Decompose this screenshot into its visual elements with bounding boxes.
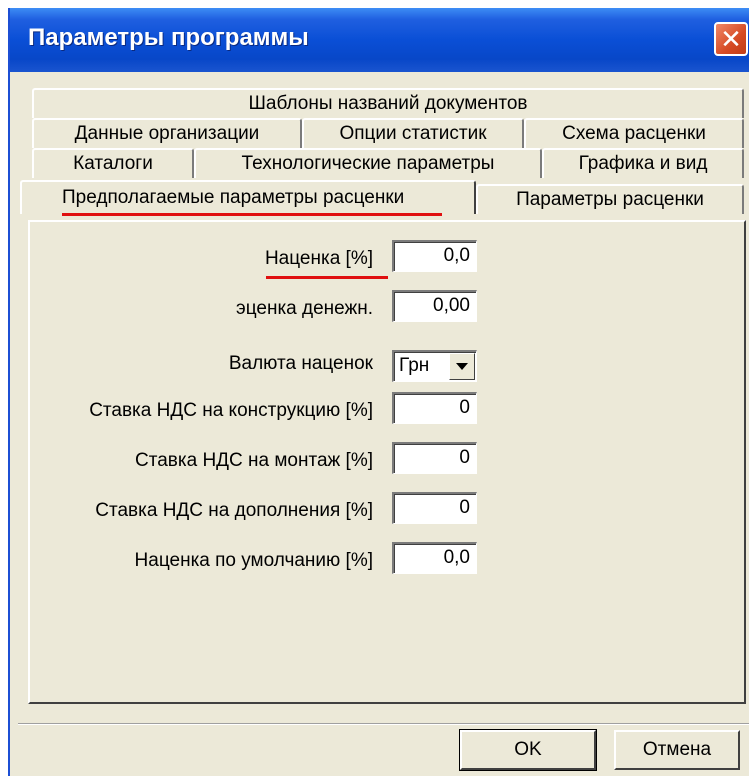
window-title: Параметры программы (28, 24, 309, 51)
vat-installation-input[interactable]: 0 (392, 442, 477, 474)
vat-additions-input[interactable]: 0 (392, 492, 477, 524)
dropdown-button[interactable] (449, 353, 475, 380)
default-markup-input[interactable]: 0,0 (392, 542, 477, 574)
tab-document-name-templates[interactable]: Шаблоны названий документов (32, 88, 744, 118)
vat-installation-label: Ставка НДС на монтаж [%] (135, 450, 373, 471)
markup-label-highlight-underline (266, 276, 388, 279)
ok-button[interactable]: OK (459, 729, 597, 771)
tab-estimated-pricing-parameters[interactable]: Предполагаемые параметры расценки (20, 180, 476, 214)
close-icon: ✕ (720, 24, 742, 54)
tab-pricing-scheme[interactable]: Схема расценки (524, 118, 744, 148)
markup-money-input[interactable]: 0,00 (392, 290, 477, 322)
markup-money-label: эценка денежн. (236, 298, 373, 319)
dialog-window: Параметры программы ✕ Шаблоны названий д… (8, 8, 749, 776)
markup-percent-input[interactable]: 0,0 (392, 240, 477, 272)
tab-statistics-options[interactable]: Опции статистик (302, 118, 524, 148)
vat-construction-label: Ставка НДС на конструкцию [%] (89, 400, 373, 421)
tab-technological-parameters[interactable]: Технологические параметры (194, 148, 542, 178)
markup-currency-select[interactable]: Грн (392, 350, 477, 382)
markup-currency-value: Грн (399, 355, 430, 376)
markup-percent-label: Наценка [%] (264, 248, 373, 269)
markup-currency-label: Валюта наценок (228, 353, 373, 374)
tab-organization-data[interactable]: Данные организации (32, 118, 302, 148)
cancel-button[interactable]: Отмена (614, 730, 740, 770)
footer-separator (18, 723, 749, 725)
active-tab-highlight-underline (62, 213, 442, 216)
default-markup-label: Наценка по умолчанию [%] (134, 550, 373, 571)
tab-pricing-parameters[interactable]: Параметры расценки (476, 184, 744, 214)
chevron-down-icon (456, 362, 468, 370)
vat-construction-input[interactable]: 0 (392, 392, 477, 424)
vat-additions-label: Ставка НДС на дополнения [%] (95, 500, 373, 521)
tab-catalogs[interactable]: Каталоги (32, 148, 194, 178)
title-bar[interactable]: Параметры программы ✕ (10, 8, 749, 72)
close-button[interactable]: ✕ (714, 22, 748, 56)
tab-graphics-and-view[interactable]: Графика и вид (542, 148, 744, 178)
